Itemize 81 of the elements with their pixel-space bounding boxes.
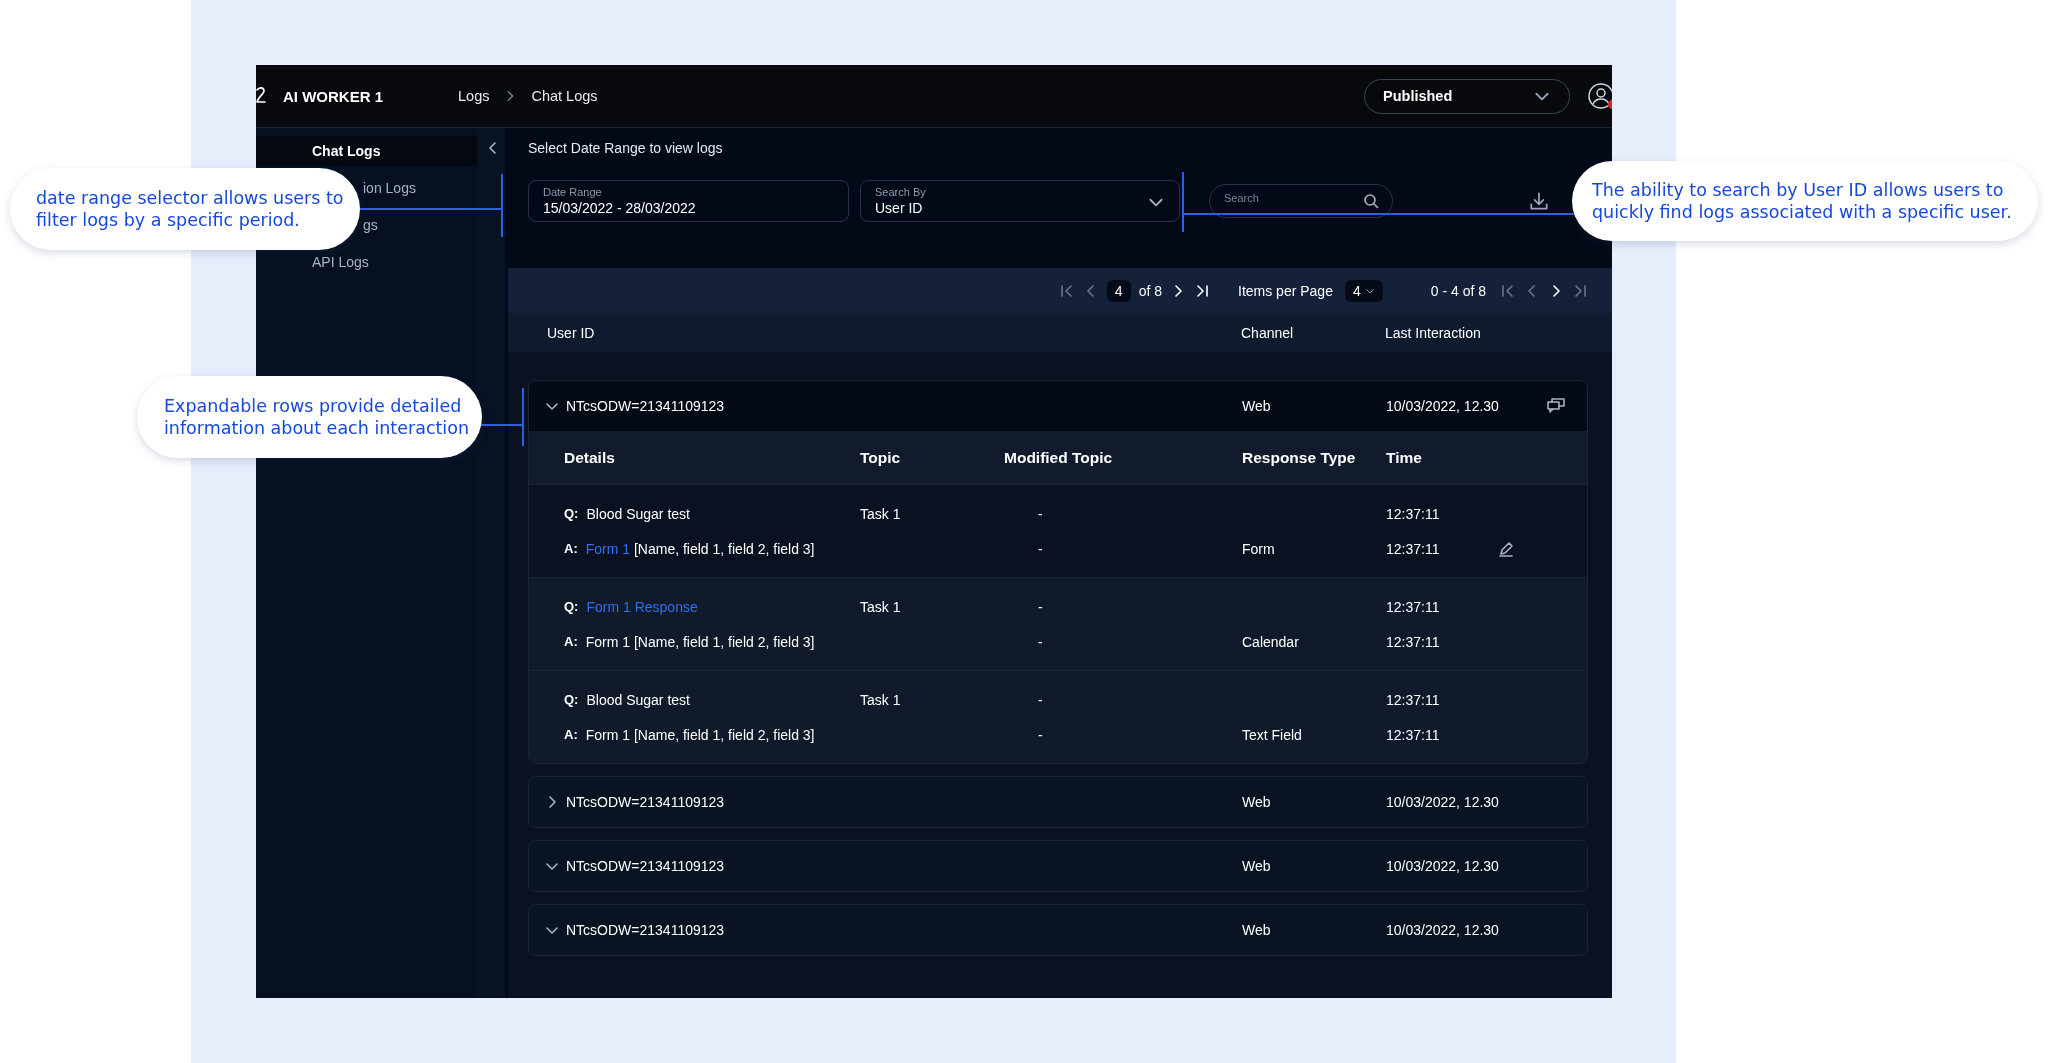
column-header: Channel xyxy=(1241,324,1295,341)
modified-topic-text: - xyxy=(1037,505,1044,522)
first-page-icon[interactable] xyxy=(1058,282,1075,299)
page-number-field[interactable]: 4 xyxy=(1106,279,1131,302)
app-title: AI WORKER 1 xyxy=(283,87,384,105)
search-icon[interactable] xyxy=(1363,193,1379,209)
user-id-text: NTcsODW=21341109123 xyxy=(566,858,725,874)
modified-topic-text: - xyxy=(1037,691,1044,708)
time-text: 12:37:11 xyxy=(1386,598,1441,615)
date-range-field[interactable]: Date Range 15/03/2022 - 28/03/2022 xyxy=(528,180,849,222)
modified-topic-text: - xyxy=(1037,726,1044,743)
items-per-page-dropdown[interactable]: 4 xyxy=(1344,279,1383,302)
timestamp-text: 10/03/2022, 12.30 xyxy=(1386,922,1500,938)
last-page-icon[interactable] xyxy=(1194,282,1210,299)
channel-text: Web xyxy=(1242,922,1272,938)
logo-icon[interactable] xyxy=(256,86,266,106)
user-id-text: NTcsODW=21341109123 xyxy=(566,398,725,414)
modified-topic-text: - xyxy=(1037,598,1044,615)
pencil-icon[interactable] xyxy=(1498,540,1514,557)
range-text: 0 - 4 of 8 xyxy=(1430,282,1486,299)
callout-text: The ability to search by User ID allows users to quickly find logs associated with a specific user. xyxy=(1592,179,2013,223)
time-text: 12:37:11 xyxy=(1386,540,1441,557)
response-type-text: Text Field xyxy=(1242,726,1303,743)
column-header: Response Type xyxy=(1242,448,1357,467)
sidebar-item[interactable]: Chat Logs xyxy=(256,136,477,166)
modified-topic-text: - xyxy=(1037,540,1044,557)
time-text: 12:37:11 xyxy=(1386,633,1441,650)
topic-text: Task 1 xyxy=(860,598,902,615)
form-link[interactable]: Form 1 Response xyxy=(586,598,698,615)
time-text: 12:37:11 xyxy=(1386,726,1441,743)
avatar-icon[interactable] xyxy=(1588,83,1612,109)
interaction-group[interactable]: Q: Form 1 Response Task 1 - 12:37:11 A: Form 1 [Name, field 1, field 2, field 3] - Calendar 12:37:11 xyxy=(529,577,1587,670)
channel-text: Web xyxy=(1242,398,1272,414)
line-label: Q: xyxy=(564,505,579,522)
user-id-text: NTcsODW=21341109123 xyxy=(566,922,725,938)
line-label: Q: xyxy=(564,598,579,615)
items-per-page-label: Items per Page xyxy=(1238,282,1333,299)
channel-text: Web xyxy=(1242,858,1272,874)
time-text: 12:37:11 xyxy=(1386,691,1441,708)
detail-text: Form 1 [Name, field 1, field 2, field 3] xyxy=(585,633,815,650)
chat-icon[interactable] xyxy=(1547,398,1565,414)
breadcrumb-link[interactable]: Logs xyxy=(458,88,490,104)
callout-text: Expandable rows provide detailed information about each interaction xyxy=(164,395,470,439)
detail-text: Form 1 [Name, field 1, field 2, field 3] xyxy=(585,726,815,743)
response-type-text: Calendar xyxy=(1242,633,1300,650)
modified-topic-text: - xyxy=(1037,633,1044,650)
topic-text: Task 1 xyxy=(860,505,902,522)
column-header: Details xyxy=(564,448,616,467)
page-count-text: of 8 xyxy=(1138,282,1162,299)
column-header: Modified Topic xyxy=(1004,448,1114,467)
detail-text: Blood Sugar test xyxy=(586,691,690,708)
sidebar-item[interactable]: API Logs xyxy=(312,247,369,277)
time-text: 12:37:11 xyxy=(1386,505,1441,522)
timestamp-text: 10/03/2022, 12.30 xyxy=(1386,398,1500,414)
breadcrumb-link[interactable]: Chat Logs xyxy=(531,88,598,104)
column-header: Topic xyxy=(860,448,902,467)
column-header: Last Interaction xyxy=(1385,324,1482,341)
download-icon[interactable] xyxy=(1528,190,1550,212)
topic-text: Task 1 xyxy=(860,691,902,708)
line-label: A: xyxy=(564,540,578,557)
column-header: User ID xyxy=(547,324,596,341)
column-header: Time xyxy=(1386,448,1423,467)
section-heading: Select Date Range to view logs xyxy=(528,140,723,156)
first-page-icon[interactable] xyxy=(1500,282,1516,299)
interaction-group[interactable]: Q: Blood Sugar test Task 1 - 12:37:11 A: Form 1 [Name, field 1, field 2, field 3] - Text Field 12:37:11 xyxy=(529,670,1587,763)
timestamp-text: 10/03/2022, 12.30 xyxy=(1386,794,1500,810)
form-link[interactable]: Form 1 xyxy=(585,540,631,557)
sidebar-item[interactable]: ion Logs xyxy=(363,173,416,203)
detail-text: Blood Sugar test xyxy=(586,505,690,522)
callout-text: date range selector allows users to filter logs by a specific period. xyxy=(36,187,345,231)
channel-text: Web xyxy=(1242,794,1272,810)
detail-text: Form 1 [Name, field 1, field 2, field 3] xyxy=(585,540,815,557)
timestamp-text: 10/03/2022, 12.30 xyxy=(1386,858,1500,874)
sidebar-item[interactable]: gs xyxy=(363,210,378,240)
search-field[interactable]: Search xyxy=(1209,184,1393,218)
line-label: A: xyxy=(564,726,578,743)
response-type-text: Form xyxy=(1242,540,1276,557)
line-label: Q: xyxy=(564,691,579,708)
line-label: A: xyxy=(564,633,578,650)
search-by-dropdown[interactable]: Search By User ID xyxy=(860,180,1180,222)
user-id-text: NTcsODW=21341109123 xyxy=(566,794,725,810)
